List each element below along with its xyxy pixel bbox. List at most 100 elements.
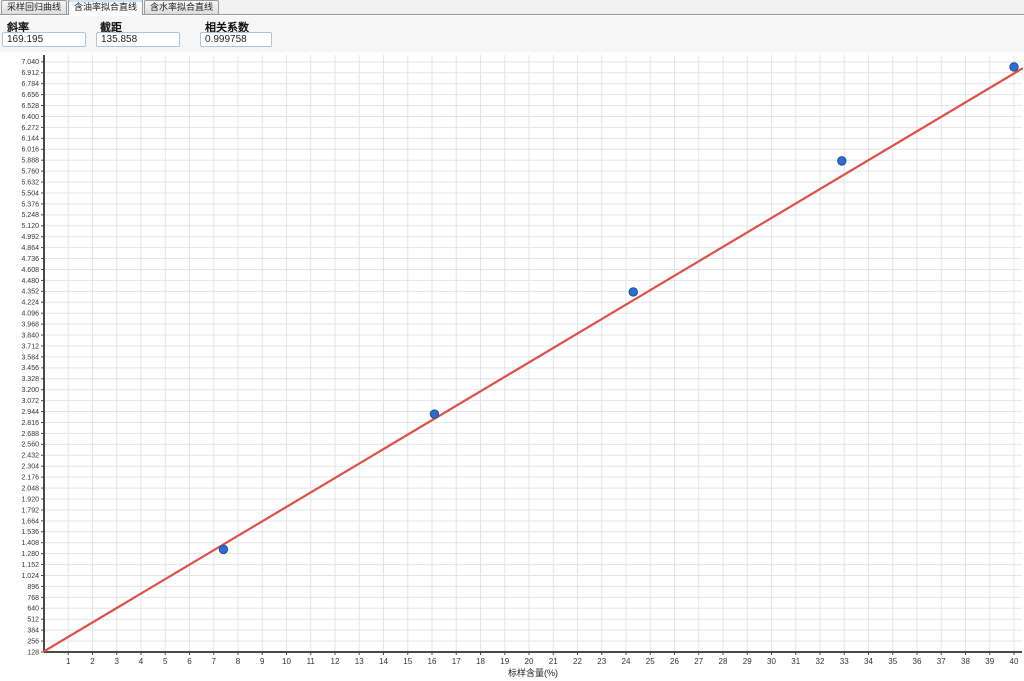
x-tick-label: 3 <box>115 657 120 666</box>
x-tick-label: 32 <box>816 657 825 666</box>
tab-bar: 采样回归曲线 含油率拟合直线 含水率拟合直线 <box>0 0 1024 15</box>
tab-sample-regression-curve[interactable]: 采样回归曲线 <box>1 0 67 14</box>
x-tick-label: 19 <box>500 657 509 666</box>
x-tick-label: 21 <box>549 657 558 666</box>
x-tick-label: 10 <box>282 657 291 666</box>
x-tick-label: 35 <box>888 657 897 666</box>
y-tick-label: 6.912 <box>21 70 39 77</box>
tab-water-content-fit-line[interactable]: 含水率拟合直线 <box>144 0 219 14</box>
y-tick-label: 3.328 <box>21 376 39 383</box>
x-tick-label: 16 <box>428 657 437 666</box>
data-point <box>838 157 846 165</box>
y-tick-label: 2.560 <box>21 442 39 449</box>
y-tick-label: 4.736 <box>21 256 39 263</box>
y-tick-label: 128 <box>27 649 39 656</box>
y-tick-label: 1.152 <box>21 562 39 569</box>
x-tick-label: 14 <box>379 657 388 666</box>
y-tick-label: 512 <box>27 617 39 624</box>
y-tick-label: 4.992 <box>21 234 39 241</box>
slope-field[interactable] <box>2 32 86 47</box>
y-tick-label: 768 <box>27 595 39 602</box>
y-tick-label: 2.688 <box>21 431 39 438</box>
y-tick-label: 384 <box>27 628 39 635</box>
y-tick-label: 1.280 <box>21 551 39 558</box>
y-tick-label: 256 <box>27 638 39 645</box>
y-tick-label: 4.224 <box>21 300 39 307</box>
x-tick-label: 28 <box>719 657 728 666</box>
x-tick-label: 29 <box>743 657 752 666</box>
x-tick-label: 11 <box>307 657 316 666</box>
y-tick-label: 3.584 <box>21 354 39 361</box>
scatter-plot-canvas[interactable]: 1282563845126407688961.0241.1521.2801.40… <box>0 52 1024 681</box>
y-tick-label: 1.024 <box>21 573 39 580</box>
y-tick-label: 6.656 <box>21 92 39 99</box>
y-tick-label: 3.456 <box>21 365 39 372</box>
x-tick-label: 2 <box>90 657 95 666</box>
y-tick-label: 2.304 <box>21 464 39 471</box>
x-tick-label: 12 <box>331 657 340 666</box>
x-tick-label: 31 <box>791 657 800 666</box>
y-tick-label: 6.016 <box>21 147 39 154</box>
x-tick-label: 22 <box>573 657 582 666</box>
data-point <box>430 410 438 418</box>
data-point <box>629 288 637 296</box>
y-tick-label: 1.408 <box>21 540 39 547</box>
data-point <box>219 545 227 553</box>
x-tick-label: 7 <box>212 657 217 666</box>
y-tick-label: 4.096 <box>21 311 39 318</box>
y-tick-label: 4.352 <box>21 289 39 296</box>
x-tick-label: 25 <box>646 657 655 666</box>
y-tick-label: 4.480 <box>21 278 39 285</box>
x-tick-label: 1 <box>66 657 71 666</box>
correlation-coefficient-field[interactable] <box>200 32 272 47</box>
y-tick-label: 7.040 <box>21 59 39 66</box>
y-tick-label: 5.504 <box>21 190 39 197</box>
fit-parameters-panel: 斜率 截距 相关系数 <box>0 16 1024 52</box>
y-tick-label: 4.608 <box>21 267 39 274</box>
y-tick-label: 6.144 <box>21 136 39 143</box>
y-tick-label: 5.120 <box>21 223 39 230</box>
x-tick-label: 8 <box>236 657 241 666</box>
y-tick-label: 5.376 <box>21 201 39 208</box>
x-tick-label: 4 <box>139 657 144 666</box>
y-tick-label: 5.632 <box>21 179 39 186</box>
y-tick-label: 640 <box>27 606 39 613</box>
y-tick-label: 2.432 <box>21 453 39 460</box>
x-tick-label: 37 <box>937 657 946 666</box>
x-tick-label: 15 <box>403 657 412 666</box>
y-tick-label: 5.760 <box>21 169 39 176</box>
y-tick-label: 2.944 <box>21 409 39 416</box>
x-tick-label: 33 <box>840 657 849 666</box>
y-tick-label: 4.864 <box>21 245 39 252</box>
y-tick-label: 2.176 <box>21 475 39 482</box>
y-tick-label: 5.248 <box>21 212 39 219</box>
y-tick-label: 2.048 <box>21 485 39 492</box>
y-tick-label: 896 <box>27 584 39 591</box>
x-tick-label: 6 <box>187 657 192 666</box>
y-tick-label: 1.664 <box>21 518 39 525</box>
y-tick-label: 3.840 <box>21 332 39 339</box>
y-tick-label: 1.920 <box>21 496 39 503</box>
y-tick-label: 1.792 <box>21 507 39 514</box>
x-tick-label: 26 <box>670 657 679 666</box>
y-tick-label: 3.712 <box>21 343 39 350</box>
x-tick-label: 24 <box>622 657 631 666</box>
x-tick-label: 5 <box>163 657 168 666</box>
x-tick-label: 30 <box>767 657 776 666</box>
y-tick-label: 6.528 <box>21 103 39 110</box>
tab-oil-content-fit-line[interactable]: 含油率拟合直线 <box>68 0 143 15</box>
x-tick-label: 23 <box>597 657 606 666</box>
x-tick-label: 18 <box>476 657 485 666</box>
x-tick-label: 27 <box>694 657 703 666</box>
x-axis-title: 标样含量(%) <box>44 666 1022 679</box>
intercept-field[interactable] <box>96 32 180 47</box>
x-tick-label: 39 <box>985 657 994 666</box>
x-tick-label: 36 <box>913 657 922 666</box>
y-tick-label: 3.072 <box>21 398 39 405</box>
y-tick-label: 1.536 <box>21 529 39 536</box>
y-tick-label: 6.400 <box>21 114 39 121</box>
x-tick-label: 13 <box>355 657 364 666</box>
y-tick-label: 2.816 <box>21 420 39 427</box>
y-tick-label: 6.784 <box>21 81 39 88</box>
x-tick-label: 40 <box>1010 657 1019 666</box>
